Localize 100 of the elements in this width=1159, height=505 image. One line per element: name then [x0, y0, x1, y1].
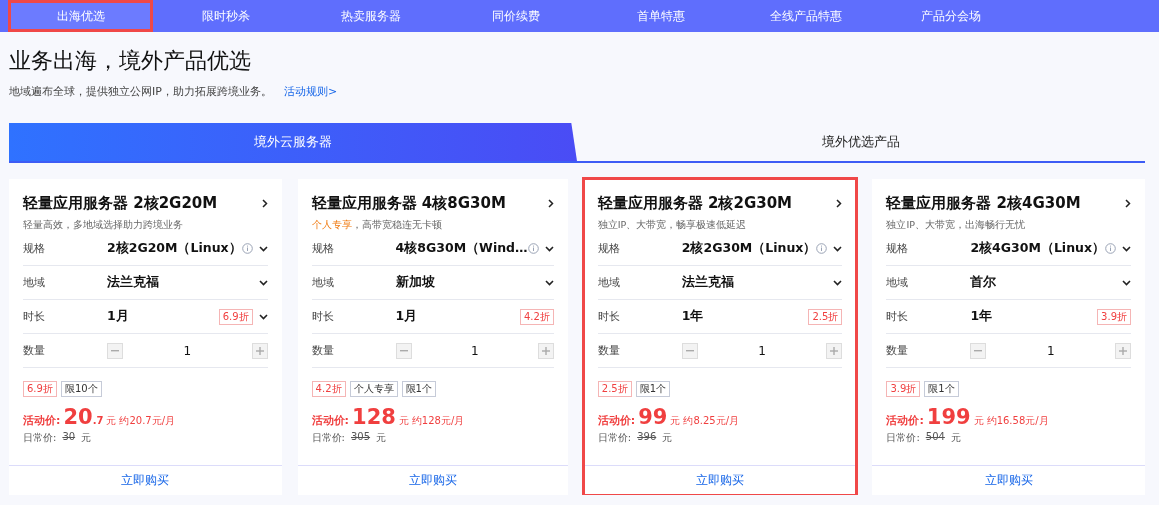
field-label: 地域 [886, 275, 910, 290]
product-subtitle: 独立IP、大带宽，出海畅行无忧 [886, 219, 1026, 232]
minus-icon [974, 349, 983, 352]
minus-icon [111, 349, 119, 352]
field-label: 地域 [597, 275, 621, 290]
offer-tag: 限10个 [60, 381, 102, 397]
product-subtitle: 轻量高效，多地域选择助力跨境业务 [23, 219, 184, 232]
chevron-right-icon[interactable] [836, 198, 843, 208]
chevron-down-icon[interactable] [258, 245, 268, 252]
intro-text: 地域遍布全球，提供独立公网IP，助力拓展跨境业务。 [9, 84, 272, 99]
quantity-value[interactable]: 1 [470, 343, 479, 358]
product-subtitle: 个人专享，高带宽稳连无卡顿 [311, 219, 443, 232]
price-label: 活动价: [311, 413, 349, 428]
field-label: 数量 [311, 343, 335, 358]
nav-tab[interactable]: 限时秒杀 [153, 0, 298, 32]
nav-tab[interactable]: 同价续费 [443, 0, 588, 32]
monthly-price: 约16.58元/月 [986, 414, 1049, 428]
price-unit: 元 [973, 414, 984, 428]
product-title: 轻量应用服务器 2核4G30M [886, 193, 1081, 213]
chevron-right-icon[interactable] [1125, 198, 1131, 208]
monthly-price: 约8.25元/月 [683, 414, 740, 428]
regular-price: 305 [351, 431, 371, 444]
field-label: 时长 [311, 309, 335, 324]
offer-tag: 6.9折 [23, 381, 57, 397]
select-value[interactable]: 1月 [395, 308, 520, 325]
field-label: 规格 [597, 241, 621, 256]
quantity-value[interactable]: 1 [1046, 343, 1055, 358]
select-value[interactable]: 法兰克福 [681, 274, 828, 291]
discount-tag: 2.5折 [808, 308, 843, 325]
product-title: 轻量应用服务器 4核8G30M [311, 193, 506, 213]
regular-price-label: 日常价: [23, 431, 57, 445]
price-label: 活动价: [886, 413, 924, 428]
category-tab[interactable]: 境外云服务器 [9, 123, 577, 161]
chevron-down-icon[interactable] [833, 245, 843, 252]
price-label: 活动价: [597, 413, 636, 428]
chevron-down-icon[interactable] [1122, 279, 1131, 286]
plus-icon [255, 346, 264, 355]
chevron-right-icon[interactable] [261, 198, 268, 208]
field-label: 规格 [311, 241, 335, 256]
chevron-down-icon[interactable] [1122, 245, 1131, 252]
chevron-down-icon[interactable] [833, 279, 843, 286]
nav-tab[interactable]: 首单特惠 [588, 0, 733, 32]
select-value[interactable]: 4核8G30M（Wind… [395, 240, 528, 257]
field-label: 数量 [597, 343, 621, 358]
monthly-price: 约128元/月 [411, 414, 465, 428]
regular-price-label: 日常价: [597, 431, 632, 445]
monthly-price: 约20.7元/月 [119, 414, 176, 428]
sale-price: 128 [352, 405, 396, 429]
regular-price-unit: 元 [662, 431, 673, 445]
offer-tag: 限1个 [924, 381, 959, 397]
field-label: 地域 [311, 275, 335, 290]
offer-tag: 限1个 [635, 381, 671, 397]
chevron-down-icon[interactable] [258, 313, 268, 320]
offer-tag: 4.2折 [311, 381, 346, 397]
select-value[interactable]: 2核2G20M（Linux） [107, 240, 242, 257]
quantity-value[interactable]: 1 [183, 343, 192, 358]
sale-price: 20.7 [63, 405, 104, 429]
select-value[interactable]: 首尔 [970, 274, 1116, 291]
select-value[interactable]: 1年 [970, 308, 1098, 325]
select-value[interactable]: 1年 [681, 308, 809, 325]
minus-icon [685, 349, 694, 352]
price-unit: 元 [398, 414, 409, 428]
select-value[interactable]: 新加坡 [395, 274, 539, 291]
discount-tag: 6.9折 [218, 308, 253, 325]
regular-price-unit: 元 [950, 431, 961, 445]
offer-tag: 3.9折 [886, 381, 921, 397]
sale-price: 199 [926, 405, 971, 429]
regular-price-label: 日常价: [886, 431, 920, 445]
offer-tag: 个人专享 [349, 381, 398, 397]
field-label: 时长 [597, 309, 621, 324]
regular-price-unit: 元 [81, 431, 92, 445]
nav-tab[interactable]: 产品分会场 [878, 0, 1023, 32]
regular-price: 504 [925, 431, 945, 444]
page-heading: 业务出海，境外产品优选 [9, 47, 252, 75]
select-value[interactable]: 2核4G30M（Linux） [970, 240, 1105, 257]
category-tab[interactable]: 境外优选产品 [577, 123, 1145, 161]
sale-price: 99 [638, 405, 668, 429]
rules-link[interactable]: 活动规则> [283, 84, 338, 99]
chevron-right-icon[interactable] [547, 198, 554, 208]
field-label: 时长 [886, 309, 910, 324]
minus-icon [399, 349, 408, 352]
field-label: 数量 [23, 343, 46, 358]
select-value[interactable]: 2核2G30M（Linux） [681, 240, 817, 257]
nav-tab[interactable]: 全线产品特惠 [733, 0, 878, 32]
product-title: 轻量应用服务器 2核2G30M [597, 193, 792, 213]
discount-tag: 3.9折 [1097, 308, 1131, 325]
select-value[interactable]: 法兰克福 [107, 274, 253, 291]
nav-tab[interactable]: 热卖服务器 [298, 0, 443, 32]
chevron-down-icon[interactable] [544, 279, 554, 286]
nav-tab[interactable]: 出海优选 [8, 0, 153, 32]
field-label: 规格 [23, 241, 46, 256]
price-unit: 元 [670, 414, 681, 428]
offer-tag: 2.5折 [597, 381, 632, 397]
chevron-down-icon[interactable] [544, 245, 554, 252]
quantity-value[interactable]: 1 [758, 343, 766, 358]
product-subtitle: 独立IP、大带宽，畅享极速低延迟 [597, 219, 748, 232]
regular-price-unit: 元 [376, 431, 387, 445]
select-value[interactable]: 1月 [107, 308, 219, 325]
chevron-down-icon[interactable] [258, 279, 268, 286]
plus-icon [830, 346, 839, 355]
